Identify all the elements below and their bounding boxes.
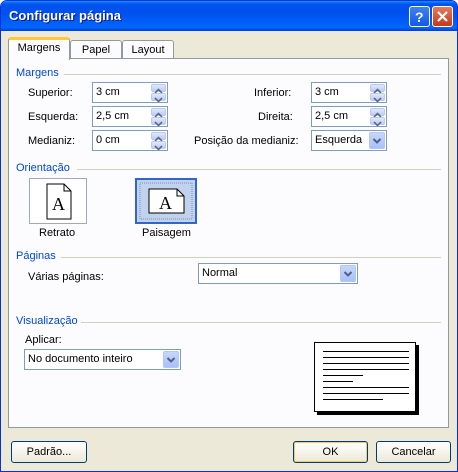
top-margin-field[interactable]: 3 cm	[92, 82, 168, 103]
dropdown-button[interactable]	[369, 132, 385, 149]
preview-line	[323, 393, 409, 394]
spin-down-button[interactable]	[151, 141, 166, 151]
apply-to-select[interactable]: No documento inteiro	[24, 349, 181, 370]
top-margin-label: Superior:	[28, 87, 73, 99]
chevron-down-icon	[372, 138, 382, 144]
dropdown-button[interactable]	[340, 265, 356, 282]
top-margin-spinner[interactable]	[151, 84, 166, 103]
divider	[61, 257, 441, 258]
ok-button[interactable]: OK	[293, 441, 368, 463]
divider	[77, 169, 441, 170]
svg-text:?: ?	[415, 9, 424, 25]
spin-up-button[interactable]	[151, 108, 166, 118]
multiple-pages-select[interactable]: Normal	[198, 263, 358, 284]
help-button[interactable]: ?	[409, 6, 430, 27]
preview-line	[323, 375, 363, 376]
left-margin-field[interactable]: 2,5 cm	[92, 106, 168, 127]
help-icon: ?	[415, 9, 424, 25]
spin-down-button[interactable]	[370, 117, 385, 127]
margins-group-label: Margens	[16, 67, 59, 79]
spin-down-button[interactable]	[151, 117, 166, 127]
preview-line	[323, 369, 409, 370]
close-icon	[437, 11, 448, 22]
gutter-label: Medianiz:	[28, 135, 76, 147]
spin-down-button[interactable]	[370, 93, 385, 103]
bottom-margin-field[interactable]: 3 cm	[311, 82, 387, 103]
portrait-option[interactable]: A	[29, 178, 87, 224]
gutter-position-select[interactable]: Esquerda	[311, 130, 387, 151]
tab-margens[interactable]: Margens	[8, 37, 70, 60]
page-setup-dialog: Configurar página ? Margens Papel Layout…	[0, 0, 458, 472]
window-title: Configurar página	[9, 8, 121, 23]
gutter-position-label: Posição da medianiz:	[194, 135, 299, 147]
spin-up-button[interactable]	[151, 84, 166, 94]
page-preview	[314, 342, 416, 412]
portrait-label: Retrato	[39, 227, 76, 239]
left-margin-spinner[interactable]	[151, 108, 166, 127]
landscape-label: Paisagem	[142, 227, 191, 239]
close-button[interactable]	[432, 6, 453, 27]
bottom-margin-spinner[interactable]	[370, 84, 385, 103]
spin-down-button[interactable]	[151, 93, 166, 103]
dropdown-button[interactable]	[163, 351, 179, 368]
right-margin-label: Direita:	[258, 111, 293, 123]
divider	[81, 322, 441, 323]
spin-up-button[interactable]	[151, 132, 166, 142]
apply-label: Aplicar:	[25, 334, 62, 346]
portrait-glyph: A	[52, 194, 65, 214]
right-margin-field[interactable]: 2,5 cm	[311, 106, 387, 127]
preview-line	[323, 363, 409, 364]
portrait-page-icon: A	[46, 183, 72, 220]
pages-group-label: Páginas	[16, 250, 56, 262]
preview-line	[323, 399, 383, 400]
preview-line	[323, 387, 409, 388]
arrow-down-icon	[154, 121, 163, 127]
gutter-spinner[interactable]	[151, 132, 166, 151]
preview-line	[323, 357, 409, 358]
preview-line	[323, 351, 409, 352]
arrow-down-icon	[373, 121, 382, 127]
bottom-margin-label: Inferior:	[254, 87, 292, 99]
cancel-button[interactable]: Cancelar	[376, 441, 451, 463]
chevron-down-icon	[166, 357, 176, 363]
right-margin-spinner[interactable]	[370, 108, 385, 127]
preview-line	[323, 381, 353, 382]
default-button[interactable]: Padrão...	[11, 441, 87, 463]
tab-layout[interactable]: Layout	[122, 40, 174, 60]
divider	[64, 74, 441, 75]
title-bar[interactable]: Configurar página ?	[1, 1, 457, 31]
tab-papel[interactable]: Papel	[70, 40, 122, 60]
landscape-option[interactable]: A	[135, 178, 197, 224]
arrow-down-icon	[154, 97, 163, 103]
arrow-down-icon	[154, 145, 163, 151]
gutter-field[interactable]: 0 cm	[92, 130, 168, 151]
arrow-down-icon	[373, 97, 382, 103]
spin-up-button[interactable]	[370, 84, 385, 94]
spin-up-button[interactable]	[370, 108, 385, 118]
multiple-pages-label: Várias páginas:	[28, 271, 104, 283]
chevron-down-icon	[343, 271, 353, 277]
landscape-glyph: A	[159, 193, 172, 213]
preview-group-label: Visualização	[16, 315, 78, 327]
left-margin-label: Esquerda:	[28, 111, 79, 123]
orientation-group-label: Orientação	[16, 162, 70, 174]
landscape-page-icon: A	[139, 182, 193, 220]
